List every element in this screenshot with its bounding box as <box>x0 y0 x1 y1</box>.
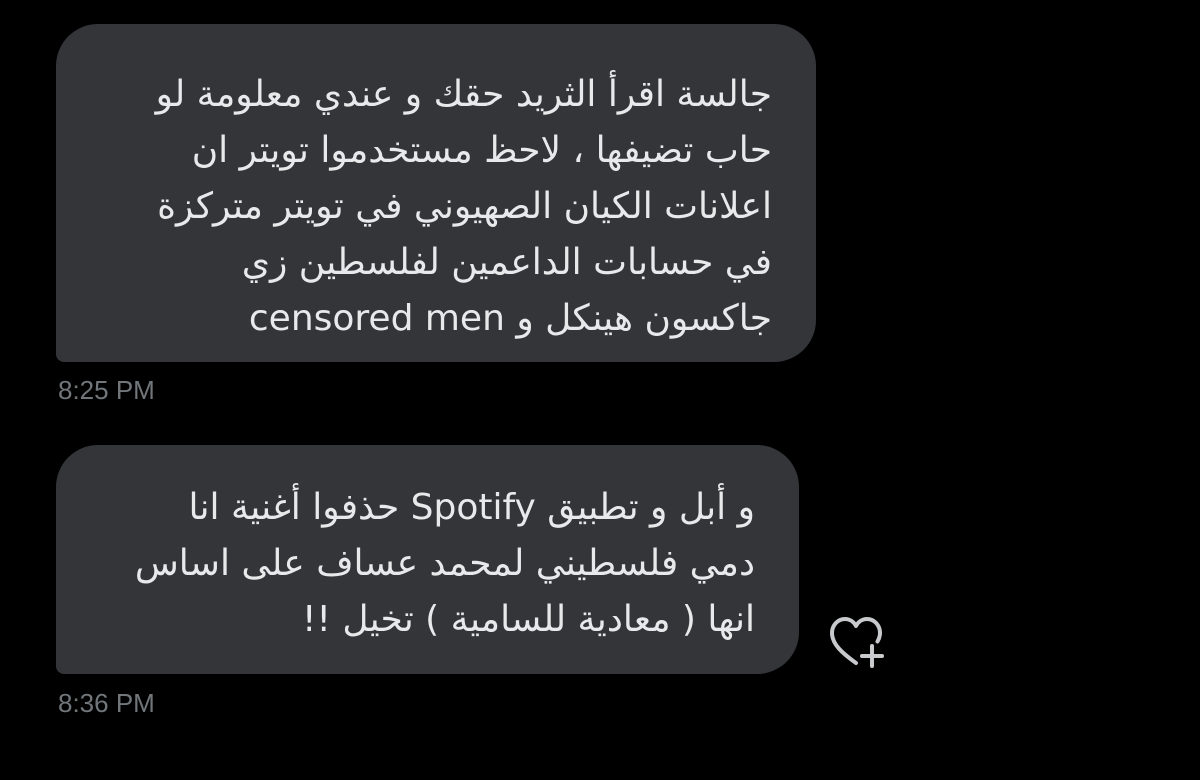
message-timestamp: 8:25 PM <box>58 375 155 405</box>
message-text-line: دمي فلسطيني لمحمد عساف على اساس <box>134 543 755 584</box>
message-bubble[interactable]: و أبل و تطبيق Spotify حذفوا أغنية انا دم… <box>56 445 799 674</box>
message-bubble[interactable]: جالسة اقرأ الثريد حقك و عندي معلومة لو ح… <box>56 24 816 362</box>
message-timestamp: 8:36 PM <box>58 688 155 718</box>
message-text-line: حاب تضيفها ، لاحظ مستخدموا تويتر ان <box>191 130 772 171</box>
message-text-line: اعلانات الكيان الصهيوني في تويتر متركزة <box>157 186 772 227</box>
heart-plus-icon <box>830 617 884 668</box>
message-text-line: انها ( معادية للسامية ) تخيل !! <box>302 599 755 640</box>
message-text-line: و أبل و تطبيق Spotify حذفوا أغنية انا <box>188 487 755 528</box>
add-reaction-button[interactable] <box>826 614 886 670</box>
message-text-line: جاكسون هينكل و censored men <box>248 298 772 339</box>
message-text-line: جالسة اقرأ الثريد حقك و عندي معلومة لو <box>155 74 772 115</box>
message-text-line: في حسابات الداعمين لفلسطين زي <box>241 242 772 283</box>
